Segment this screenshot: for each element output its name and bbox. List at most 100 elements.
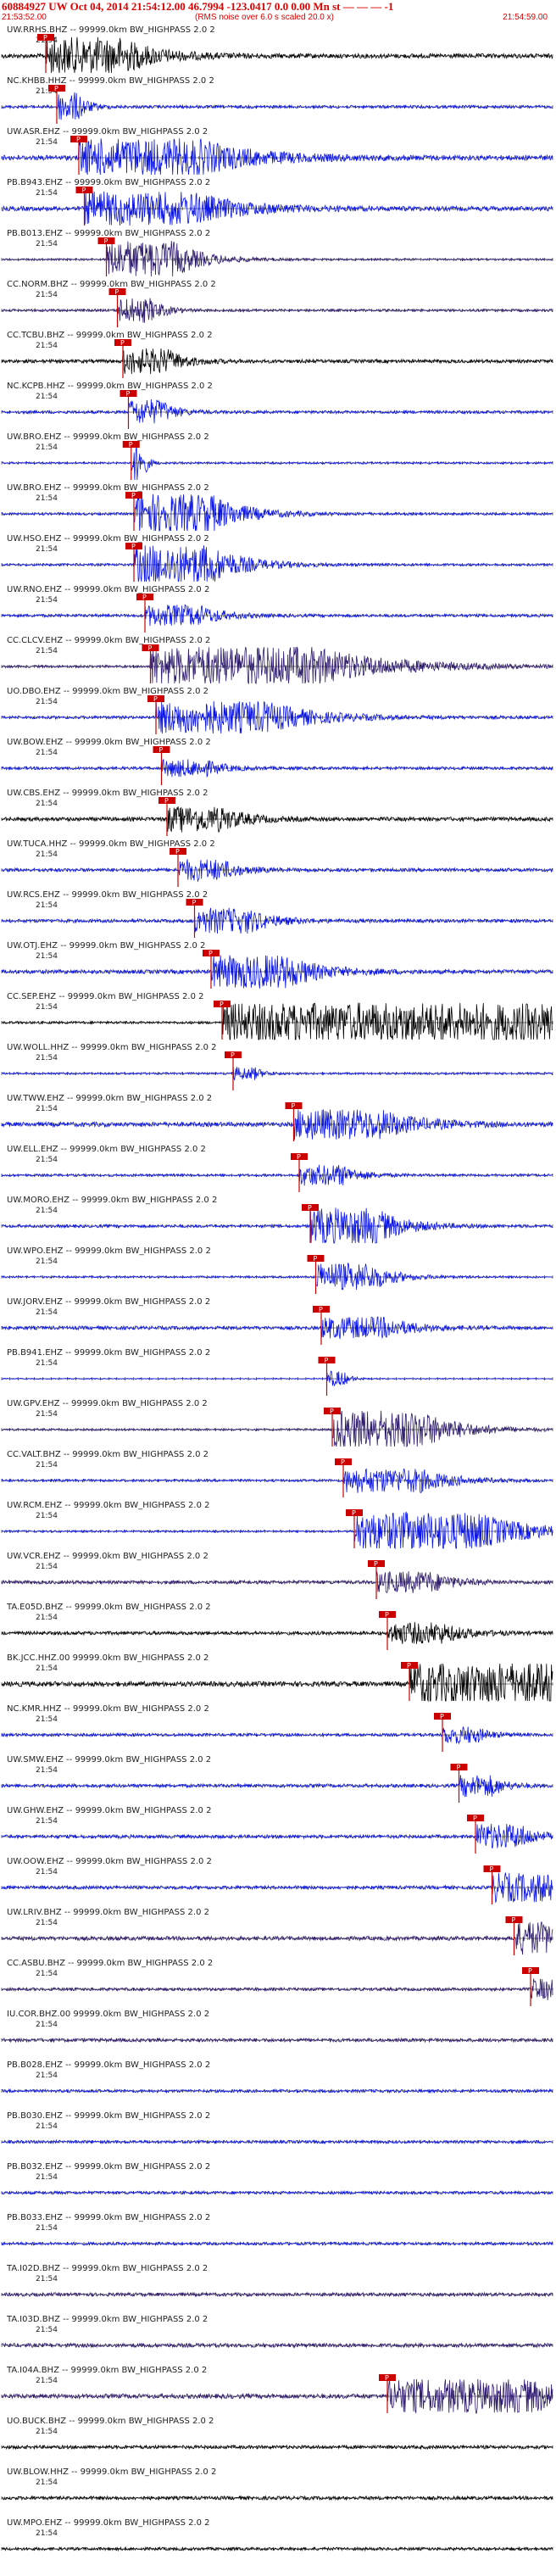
pick-label: P	[220, 1001, 224, 1008]
waveform	[1, 1921, 553, 1955]
pick-label: P	[297, 1153, 301, 1161]
trace-label: PB.B032.EHZ -- 99999.0km BW_HIGHPASS 2.0…	[7, 2162, 210, 2172]
trace-label: UW.JORV.EHZ -- 99999.0km BW_HIGHPASS 2.0…	[7, 1297, 210, 1307]
pick-label: P	[314, 1255, 318, 1263]
time-tick-label: 21:54	[36, 1359, 58, 1368]
time-tick-label: 21:54	[36, 342, 58, 350]
trace-label: NC.KCPB.HHZ -- 99999.0km BW_HIGHPASS 2.0…	[7, 382, 213, 391]
trace-label: PB.B013.EHZ -- 99999.0km BW_HIGHPASS 2.0…	[7, 229, 210, 238]
waveform	[1, 1823, 553, 1848]
pick-label: P	[292, 1102, 296, 1110]
waveform	[1, 1370, 553, 1387]
waveform	[1, 1663, 553, 1703]
time-tick-label: 21:54	[36, 850, 58, 859]
trace-label: CC.VALT.BHZ -- 99999.0km BW_HIGHPASS 2.0…	[7, 1450, 208, 1459]
time-tick-label: 21:54	[36, 443, 58, 452]
trace-label: CC.CLCV.EHZ -- 99999.0km BW_HIGHPASS 2.0…	[7, 636, 210, 645]
time-tick-label: 21:54	[36, 2173, 58, 2182]
trace-label: CC.NORM.BHZ -- 99999.0km BW_HIGHPASS 2.0…	[7, 280, 216, 289]
time-tick-label: 21:54	[36, 138, 58, 147]
trace-label: UW.WOLL.HHZ -- 99999.0km BW_HIGHPASS 2.0…	[7, 1043, 217, 1052]
pick-label: P	[440, 1713, 444, 1720]
seismogram-page: 60884927 UW Oct 04, 2014 21:54:12.00 46.…	[0, 0, 556, 2576]
pick-label: P	[129, 441, 133, 449]
trace-label: UW.VCR.EHZ -- 99999.0km BW_HIGHPASS 2.0 …	[7, 1552, 208, 1561]
waveform	[1, 241, 553, 277]
time-tick-label: 21:54	[36, 596, 58, 605]
trace-label: UW.BRO.EHZ -- 99999.0km BW_HIGHPASS 2.0 …	[7, 432, 209, 442]
pick-label: P	[82, 187, 86, 194]
seismogram-traces: UW.RRHS.BHZ -- 99999.0km BW_HIGHPASS 2.0…	[1, 25, 553, 2552]
pick-label: P	[308, 1204, 312, 1212]
pick-label: P	[330, 1408, 334, 1415]
time-tick-label: 21:54	[36, 1512, 58, 1520]
trace-label: UW.RNO.EHZ -- 99999.0km BW_HIGHPASS 2.0 …	[7, 585, 209, 594]
pick-label: P	[159, 746, 164, 754]
time-tick-label: 21:54	[36, 1207, 58, 1215]
pick-label: P	[385, 2374, 389, 2382]
time-tick-label: 21:54	[36, 698, 58, 706]
pick-label: P	[325, 1357, 329, 1364]
trace-label: UW.BRO.EHZ -- 99999.0km BW_HIGHPASS 2.0 …	[7, 483, 209, 493]
waveform	[1, 2342, 553, 2349]
trace-label: TA.I02D.BHZ -- 99999.0km BW_HIGHPASS 2.0…	[6, 2264, 208, 2273]
trace-label: UW.RCS.EHZ -- 99999.0km BW_HIGHPASS 2.0 …	[7, 890, 208, 900]
pick-label: P	[43, 34, 47, 42]
pick-label: P	[54, 85, 58, 92]
waveform	[1, 646, 553, 685]
time-tick-label: 21:54	[36, 901, 58, 910]
pick-label: P	[120, 339, 125, 347]
trace-label: UW.ELL.EHZ -- 99999.0km BW_HIGHPASS 2.0 …	[7, 1145, 206, 1154]
time-tick-label: 21:54	[36, 1664, 58, 1673]
time-tick-label: 21:54	[36, 1003, 58, 1012]
pick-label: P	[528, 1967, 532, 1975]
trace-label: CC.SEP.EHZ -- 99999.0km BW_HIGHPASS 2.0 …	[7, 992, 203, 1001]
waveform	[1, 1726, 553, 1745]
waveform	[1, 138, 553, 176]
trace-label: IU.COR.BHZ.00 99999.0km BW_HIGHPASS 2.0 …	[7, 2010, 209, 2019]
pick-label: P	[208, 950, 213, 957]
pick-label: P	[512, 1916, 516, 1924]
waveform	[1, 1978, 553, 2000]
waveform	[2, 92, 553, 120]
waveform	[1, 493, 553, 532]
pick-label: P	[76, 136, 81, 143]
waveform	[1, 1410, 553, 1448]
trace-label: PB.B030.EHZ -- 99999.0km BW_HIGHPASS 2.0…	[7, 2111, 210, 2121]
waveform	[1, 399, 553, 424]
trace-label: BK.JCC.HHZ.00 99999.0km BW_HIGHPASS 2.0 …	[7, 1653, 208, 1663]
pick-label: P	[407, 1662, 411, 1670]
trace-label: UW.WPO.EHZ -- 99999.0km BW_HIGHPASS 2.0 …	[7, 1246, 211, 1256]
trace-label: UW.MPO.EHZ -- 99999.0km BW_HIGHPASS 2.0 …	[7, 2518, 210, 2528]
time-tick-label: 21:54	[36, 2275, 58, 2283]
pick-label: P	[231, 1051, 235, 1059]
time-tick-label: 21:54	[36, 800, 58, 808]
trace-label: UW.BOW.EHZ -- 99999.0km BW_HIGHPASS 2.0 …	[7, 738, 211, 747]
pick-label: P	[385, 1611, 389, 1619]
trace-label: UW.TUCA.HHZ -- 99999.0km BW_HIGHPASS 2.0…	[7, 839, 215, 849]
time-tick-label: 21:54	[36, 2326, 58, 2334]
waveform	[1, 1207, 553, 1244]
pick-label: P	[457, 1764, 461, 1771]
pick-label: P	[473, 1815, 477, 1822]
time-tick-label: 21:54	[36, 952, 58, 961]
time-tick-label: 21:54	[36, 1919, 58, 1927]
pick-label: P	[131, 492, 136, 499]
waveform	[1, 604, 553, 627]
waveform	[1, 1263, 553, 1291]
time-tick-label: 21:54	[36, 1054, 58, 1062]
pick-label: P	[104, 237, 108, 245]
time-tick-label: 21:54	[36, 749, 58, 757]
pick-label: P	[126, 390, 131, 398]
waveform	[1, 443, 553, 481]
time-tick-label: 21:54	[36, 1868, 58, 1876]
time-tick-label: 21:54	[36, 1461, 58, 1469]
time-tick-label: 21:54	[36, 1257, 58, 1266]
trace-label: TA.I03D.BHZ -- 99999.0km BW_HIGHPASS 2.0…	[6, 2315, 208, 2324]
time-tick-label: 21:54	[36, 2021, 58, 2029]
trace-label: NC.KMR.HHZ -- 99999.0km BW_HIGHPASS 2.0 …	[7, 1704, 209, 1714]
waveform	[2, 1511, 553, 1549]
trace-label: UO.DBO.EHZ -- 99999.0km BW_HIGHPASS 2.0 …	[7, 687, 208, 696]
time-tick-label: 21:54	[36, 2428, 58, 2436]
trace-label: UW.MORO.EHZ -- 99999.0km BW_HIGHPASS 2.0…	[7, 1196, 217, 1205]
